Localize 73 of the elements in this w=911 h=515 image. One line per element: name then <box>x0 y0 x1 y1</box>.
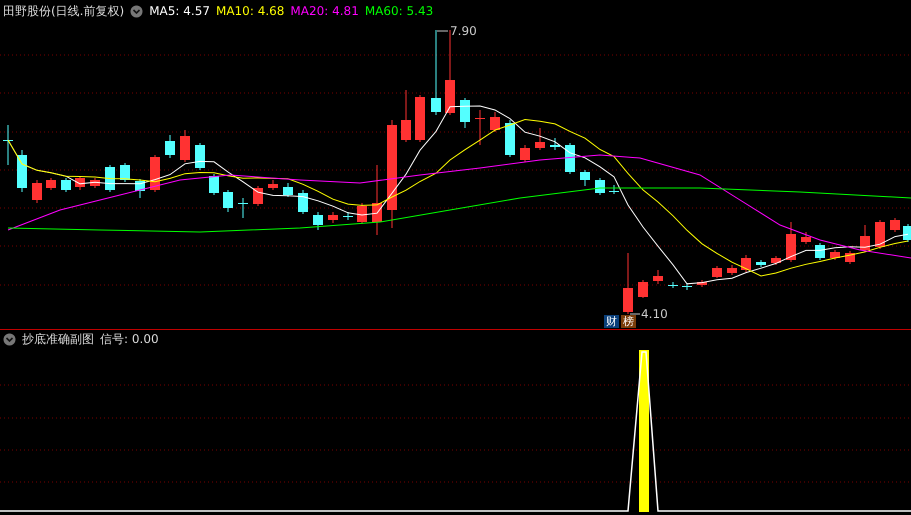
candlestick <box>268 180 278 190</box>
candlestick <box>653 270 663 284</box>
low-price-label: 4.10 <box>641 307 668 321</box>
candlestick <box>668 282 678 288</box>
candlestick <box>238 198 248 218</box>
candlestick <box>535 128 545 150</box>
candlestick <box>209 174 219 196</box>
candlestick <box>180 130 190 162</box>
candlestick <box>756 260 766 268</box>
candlestick <box>460 98 470 128</box>
candlestick <box>623 252 633 314</box>
candlestick <box>253 186 263 206</box>
candlestick <box>903 224 911 242</box>
candlestick <box>120 162 130 182</box>
candlestick <box>372 164 382 236</box>
candlestick <box>565 142 575 174</box>
candlestick <box>357 202 367 224</box>
candlestick <box>165 134 175 158</box>
candlestick <box>3 124 13 166</box>
candlestick <box>638 280 648 298</box>
candlestick <box>727 264 737 276</box>
candlestick <box>313 212 323 230</box>
candlestick <box>490 112 500 132</box>
dropdown-icon[interactable] <box>3 332 16 346</box>
candlestick <box>415 94 425 142</box>
moving-average-label: MA60: 5.43 <box>364 4 434 18</box>
candlestick <box>830 250 840 260</box>
candlestick <box>875 220 885 250</box>
candlestick <box>475 110 485 146</box>
candlestick <box>61 178 71 192</box>
candlestick <box>741 254 751 272</box>
candlestick <box>298 190 308 214</box>
candlestick <box>135 178 145 198</box>
candlestick <box>609 184 619 194</box>
candlestick <box>550 138 560 150</box>
candlestick <box>343 212 353 220</box>
candlestick <box>75 176 85 190</box>
stock-title: 田野股份(日线.前复权) <box>3 2 124 20</box>
candlestick <box>328 212 338 224</box>
candlestick <box>401 90 411 142</box>
candlestick <box>845 250 855 264</box>
dropdown-icon[interactable] <box>130 4 144 18</box>
candlestick <box>32 180 42 204</box>
candlestick <box>682 282 692 290</box>
candlestick <box>195 142 205 170</box>
candlestick <box>505 120 515 158</box>
candlestick <box>223 190 233 212</box>
candlestick <box>786 222 796 262</box>
high-price-label: 7.90 <box>450 24 477 38</box>
moving-average-label: MA10: 4.68 <box>216 4 284 18</box>
leader-line <box>436 30 448 32</box>
candlestick <box>595 178 605 196</box>
signal-reading: 信号: 0.00 <box>100 330 159 348</box>
candlestick <box>771 256 781 266</box>
candlestick <box>697 280 707 288</box>
moving-average-label: MA5: 4.57 <box>149 4 210 18</box>
candlestick <box>90 178 100 188</box>
candlestick <box>801 232 811 244</box>
news-badge[interactable]: 财 <box>604 315 619 328</box>
candlestick <box>150 154 160 192</box>
candlestick <box>580 170 590 186</box>
news-badge[interactable]: 榜 <box>621 315 636 328</box>
indicator-title: 抄底准确副图 <box>22 330 94 348</box>
candlestick <box>815 242 825 260</box>
candlestick <box>46 178 56 190</box>
candlestick <box>105 164 115 192</box>
candlestick <box>520 144 530 162</box>
candlestick <box>17 150 27 192</box>
candlestick <box>860 224 870 252</box>
candlestick <box>283 182 293 198</box>
candlestick <box>890 218 900 232</box>
candlestick <box>712 266 722 278</box>
moving-average-label: MA20: 4.81 <box>290 4 359 18</box>
